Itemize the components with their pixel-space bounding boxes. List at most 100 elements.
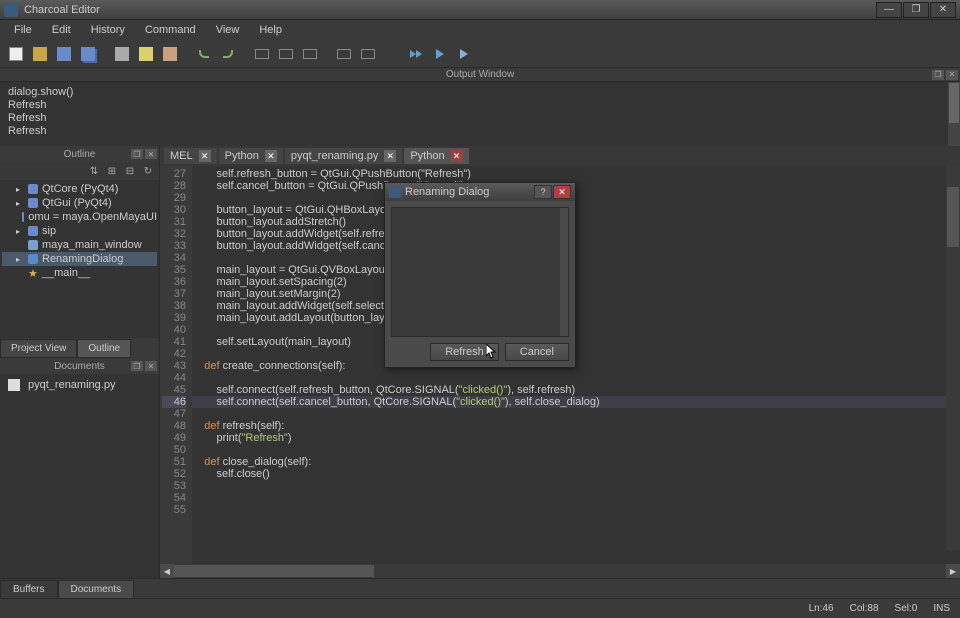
menu-view[interactable]: View <box>208 22 248 38</box>
output-line: Refresh <box>8 99 952 112</box>
toolbar-undo-button[interactable] <box>194 44 214 64</box>
file-icon <box>8 379 20 391</box>
status-col: Col:88 <box>850 603 879 614</box>
menu-help[interactable]: Help <box>251 22 290 38</box>
method-icon <box>28 240 38 250</box>
renaming-dialog: Renaming Dialog ? ✕ Refresh Cancel <box>384 182 576 368</box>
tab-outline[interactable]: Outline <box>77 339 131 358</box>
window-maximize-button[interactable]: ❐ <box>903 2 929 18</box>
outline-item-qtgui[interactable]: ▸QtGui (PyQt4) <box>2 196 157 210</box>
editor-tab-pyqt-renaming[interactable]: pyqt_renaming.py✕ <box>285 148 402 164</box>
dialog-scrollbar[interactable] <box>560 208 568 336</box>
editor-horizontal-scrollbar[interactable]: ◀ ▶ <box>160 564 960 578</box>
dialog-selection-list[interactable] <box>391 207 569 337</box>
toolbar-paste-button[interactable] <box>160 44 180 64</box>
status-sel: Sel:0 <box>895 603 918 614</box>
editor-tab-python-1[interactable]: Python✕ <box>219 148 283 164</box>
outline-refresh-button[interactable]: ↻ <box>141 164 155 178</box>
documents-body[interactable]: pyqt_renaming.py <box>0 374 159 578</box>
tab-project-view[interactable]: Project View <box>0 339 77 358</box>
outline-expand-button[interactable]: ⊞ <box>105 164 119 178</box>
window-minimize-button[interactable]: — <box>876 2 902 18</box>
editor-tab-python-2[interactable]: Python✕ <box>404 148 468 164</box>
toolbar-copy-button[interactable] <box>136 44 156 64</box>
tab-buffers[interactable]: Buffers <box>0 580 58 598</box>
documents-restore-button[interactable]: ❐ <box>131 361 143 371</box>
paste-icon <box>163 47 177 61</box>
menu-history[interactable]: History <box>83 22 133 38</box>
toolbar-layout3-button[interactable] <box>300 44 320 64</box>
redo-icon <box>223 50 233 58</box>
outline-item-maya-main-window[interactable]: maya_main_window <box>2 238 157 252</box>
document-item[interactable]: pyqt_renaming.py <box>4 378 155 392</box>
left-sidebar: Outline ❐ ✕ ⇅ ⊞ ⊟ ↻ ▸QtCore (PyQt4) ▸QtG… <box>0 146 160 578</box>
outline-close-button[interactable]: ✕ <box>145 149 157 159</box>
outline-item-renaming-dialog[interactable]: ▸RenamingDialog <box>2 252 157 266</box>
window-close-button[interactable]: ✕ <box>930 2 956 18</box>
close-icon[interactable]: ✕ <box>265 150 277 162</box>
menu-command[interactable]: Command <box>137 22 204 38</box>
editor-vertical-scrollbar[interactable] <box>946 166 960 550</box>
play-icon <box>436 49 444 59</box>
disk-icon <box>57 47 71 61</box>
outline-restore-button[interactable]: ❐ <box>131 149 143 159</box>
outline-item-omu[interactable]: omu = maya.OpenMayaUI <box>2 210 157 224</box>
menu-edit[interactable]: Edit <box>44 22 79 38</box>
cancel-button[interactable]: Cancel <box>505 343 569 361</box>
output-restore-button[interactable]: ❐ <box>932 70 944 80</box>
outline-item-main[interactable]: ★__main__ <box>2 266 157 280</box>
output-line: Refresh <box>8 125 952 138</box>
toolbar-layout4-button[interactable] <box>334 44 354 64</box>
toolbar-run-button[interactable] <box>430 44 450 64</box>
toolbar-saveall-button[interactable] <box>78 44 98 64</box>
output-line: Refresh <box>8 112 952 125</box>
outline-item-sip[interactable]: ▸sip <box>2 224 157 238</box>
output-scrollbar[interactable] <box>948 82 960 146</box>
caret-icon: ▸ <box>16 227 24 236</box>
app-icon <box>4 3 18 17</box>
line-gutter: 2728293031323334353637383940414243444546… <box>160 166 192 564</box>
outline-header: Outline ❐ ✕ <box>0 146 159 162</box>
class-icon <box>28 254 38 264</box>
toolbar-layout5-button[interactable] <box>358 44 378 64</box>
documents-title: Documents <box>54 361 105 372</box>
scroll-right-button[interactable]: ▶ <box>946 564 960 578</box>
dialog-titlebar[interactable]: Renaming Dialog ? ✕ <box>385 183 575 201</box>
caret-icon: ▸ <box>16 255 24 264</box>
editor-tab-mel[interactable]: MEL✕ <box>164 148 217 164</box>
tab-documents[interactable]: Documents <box>58 580 135 598</box>
menu-bar: File Edit History Command View Help <box>0 20 960 40</box>
toolbar-layout1-button[interactable] <box>252 44 272 64</box>
output-body[interactable]: dialog.show() Refresh Refresh Refresh <box>0 82 960 146</box>
toolbar-save-button[interactable] <box>54 44 74 64</box>
toolbar-run-sel-button[interactable] <box>454 44 474 64</box>
editor-tabs: MEL✕ Python✕ pyqt_renaming.py✕ Python✕ <box>160 146 960 166</box>
documents-close-button[interactable]: ✕ <box>145 361 157 371</box>
scroll-left-button[interactable]: ◀ <box>160 564 174 578</box>
close-icon[interactable]: ✕ <box>199 150 211 162</box>
refresh-button[interactable]: Refresh <box>430 343 499 361</box>
dialog-help-button[interactable]: ? <box>534 185 552 199</box>
code-body[interactable]: self.refresh_button = QtGui.QPushButton(… <box>192 166 960 564</box>
outline-sort-button[interactable]: ⇅ <box>87 164 101 178</box>
toolbar-open-button[interactable] <box>30 44 50 64</box>
play-outline-icon <box>460 49 468 59</box>
close-icon[interactable]: ✕ <box>384 150 396 162</box>
toolbar-run-all-button[interactable] <box>406 44 426 64</box>
toolbar-layout2-button[interactable] <box>276 44 296 64</box>
toolbar-redo-button[interactable] <box>218 44 238 64</box>
outline-item-qtcore[interactable]: ▸QtCore (PyQt4) <box>2 182 157 196</box>
disks-icon <box>81 47 95 61</box>
close-icon[interactable]: ✕ <box>451 150 463 162</box>
layout-icon <box>255 49 269 59</box>
outline-tree[interactable]: ▸QtCore (PyQt4) ▸QtGui (PyQt4) omu = may… <box>0 180 159 338</box>
menu-file[interactable]: File <box>6 22 40 38</box>
documents-header: Documents ❐ ✕ <box>0 358 159 374</box>
window-titlebar: Charcoal Editor — ❐ ✕ <box>0 0 960 20</box>
toolbar-new-button[interactable] <box>6 44 26 64</box>
outline-collapse-button[interactable]: ⊟ <box>123 164 137 178</box>
output-close-button[interactable]: ✕ <box>946 70 958 80</box>
toolbar <box>0 40 960 68</box>
toolbar-cut-button[interactable] <box>112 44 132 64</box>
dialog-close-button[interactable]: ✕ <box>553 185 571 199</box>
